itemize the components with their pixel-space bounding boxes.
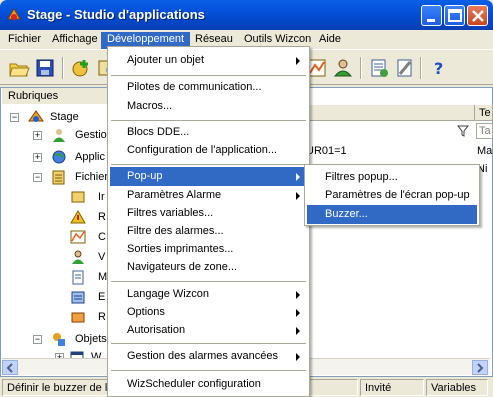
menu-affichage[interactable]: Affichage	[46, 32, 104, 49]
tree-view: − Stage + Gestio + Applic − Fichier Ir R…	[0, 106, 122, 363]
users-icon[interactable]	[332, 57, 354, 79]
menu-fichier[interactable]: Fichier	[2, 32, 47, 49]
menu-aide[interactable]: Aide	[313, 32, 347, 49]
tag-icon	[71, 191, 85, 203]
menu-separator	[111, 343, 306, 344]
globe-icon	[52, 150, 66, 164]
scroll-left-button[interactable]	[2, 360, 18, 375]
chart-icon	[70, 230, 86, 244]
filter-icon[interactable]	[457, 125, 469, 137]
menu-item-macros[interactable]: Macros...	[110, 97, 307, 116]
submenu-arrow-icon	[296, 57, 300, 65]
menu-item-parametres-alarme[interactable]: Paramètres Alarme	[110, 186, 307, 205]
tree-item-stage[interactable]: − Stage	[10, 108, 120, 126]
document-icon[interactable]	[368, 57, 390, 79]
toolbar-separator	[62, 57, 64, 79]
submenu-arrow-icon	[296, 309, 300, 317]
scroll-right-button[interactable]	[472, 360, 488, 375]
column-header-te[interactable]: Te	[475, 105, 493, 121]
project-icon	[28, 110, 44, 122]
event-icon	[71, 291, 85, 304]
menu-item-configuration[interactable]: Configuration de l'application...	[110, 141, 307, 160]
menu-item-langage-wizcon[interactable]: Langage Wizcon	[110, 285, 307, 304]
close-button[interactable]	[467, 5, 488, 26]
expand-icon[interactable]: +	[33, 131, 42, 140]
open-folder-icon[interactable]	[8, 57, 30, 79]
menu-item-navigateurs-zone[interactable]: Navigateurs de zone...	[110, 258, 307, 277]
menu-item-parametres-ecran-popup[interactable]: Paramètres de l'écran pop-up	[307, 186, 477, 205]
toolbar-separator	[360, 57, 362, 79]
list-cell: Ma	[477, 145, 493, 157]
maximize-button[interactable]	[444, 5, 465, 26]
collapse-icon[interactable]: −	[33, 335, 42, 344]
menu-separator	[111, 120, 306, 121]
title-bar[interactable]: Stage - Studio d'applications	[0, 0, 493, 30]
menu-item-buzzer[interactable]: Buzzer...	[307, 205, 477, 224]
menu-item-filtres-variables[interactable]: Filtres variables...	[110, 204, 307, 223]
submenu-arrow-icon	[296, 173, 300, 181]
menu-separator	[111, 281, 306, 282]
expand-icon[interactable]: +	[33, 153, 42, 162]
add-icon[interactable]	[70, 57, 92, 79]
status-variables: Variables	[426, 379, 488, 396]
developpement-menu: Ajouter un objet Pilotes de communicatio…	[107, 46, 310, 397]
document-icon	[72, 270, 84, 285]
menu-item-popup[interactable]: Pop-up	[110, 167, 307, 186]
files-icon	[52, 170, 65, 185]
menu-item-filtres-popup[interactable]: Filtres popup...	[307, 168, 477, 187]
menu-item-autorisation[interactable]: Autorisation	[110, 321, 307, 340]
save-icon[interactable]	[34, 57, 56, 79]
menu-item-gestion-alarmes-avancees[interactable]: Gestion des alarmes avancées	[110, 347, 307, 366]
menu-item-options[interactable]: Options	[110, 303, 307, 322]
svg-text:?: ?	[434, 59, 443, 78]
chevron-right-icon	[477, 363, 484, 373]
minimize-icon	[427, 19, 435, 22]
app-icon	[7, 8, 21, 20]
chevron-left-icon	[6, 363, 13, 373]
menu-item-sorties-imprimantes[interactable]: Sorties imprimantes...	[110, 240, 307, 259]
filter-row: Ta	[300, 122, 493, 140]
menu-separator	[111, 370, 306, 371]
help-icon[interactable]: ?	[428, 57, 450, 79]
toolbar-separator	[420, 57, 422, 79]
menu-item-filtre-alarmes[interactable]: Filtre des alarmes...	[110, 222, 307, 241]
menu-item-pilotes[interactable]: Pilotes de communication...	[110, 78, 307, 97]
alarm-icon	[70, 210, 86, 224]
objects-icon	[53, 333, 65, 346]
collapse-icon[interactable]: −	[33, 173, 42, 182]
menu-item-wizscheduler[interactable]: WizScheduler configuration	[110, 375, 307, 394]
menu-separator	[111, 164, 306, 165]
submenu-arrow-icon	[296, 192, 300, 200]
submenu-arrow-icon	[296, 353, 300, 361]
popup-submenu: Filtres popup... Paramètres de l'écran p…	[304, 164, 480, 226]
status-user: Invité	[360, 379, 424, 396]
tools-icon[interactable]	[394, 57, 416, 79]
menu-separator	[111, 75, 306, 76]
menu-item-blocs-dde[interactable]: Blocs DDE...	[110, 123, 307, 142]
maximize-icon	[448, 9, 462, 22]
filter-input[interactable]: Ta	[476, 123, 493, 139]
users-icon	[53, 129, 65, 142]
user-icon	[72, 250, 84, 264]
close-icon	[472, 10, 484, 22]
window-title: Stage - Studio d'applications	[27, 7, 205, 22]
menu-item-ajouter-objet[interactable]: Ajouter un objet	[110, 51, 307, 70]
submenu-arrow-icon	[296, 327, 300, 335]
column-header-blank[interactable]	[300, 105, 475, 121]
list-cell: UR01=1	[306, 145, 347, 157]
minimize-button[interactable]	[421, 5, 442, 26]
pane-header: Rubriques	[2, 88, 122, 104]
collapse-icon[interactable]: −	[10, 113, 19, 122]
submenu-arrow-icon	[296, 291, 300, 299]
report-icon	[71, 312, 85, 323]
